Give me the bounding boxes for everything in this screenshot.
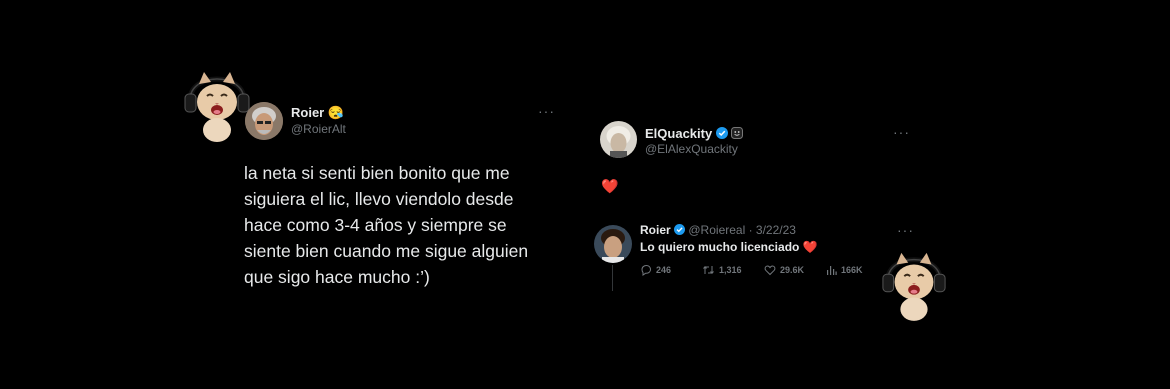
reply-meta: @Roiereal · 3/22/23: [688, 223, 796, 237]
engagement-bar: 246 1,316 29.6K 166K: [640, 264, 876, 276]
heart-emoji: ❤️: [601, 178, 619, 194]
tweet-line: la neta si senti bien bonito que me: [244, 163, 510, 183]
tweet-line: hace como 3-4 años y siempre se: [244, 215, 507, 235]
roier-avatar[interactable]: [594, 225, 632, 263]
retweet-stat[interactable]: 1,316: [702, 264, 764, 276]
author-handle[interactable]: @ElAlexQuackity: [645, 142, 738, 156]
more-options-icon[interactable]: ···: [538, 103, 555, 119]
tweet-body: la neta si senti bien bonito que me sigu…: [244, 160, 528, 290]
reply-count: 246: [656, 265, 672, 275]
retweet-count: 1,316: [719, 265, 742, 275]
elquackity-avatar[interactable]: [600, 121, 637, 158]
thread-connector-line: [612, 265, 613, 291]
retweet-icon: [703, 266, 714, 274]
author-name[interactable]: ElQuackity: [645, 126, 744, 142]
reply-header[interactable]: Roier @Roiereal · 3/22/23: [640, 223, 796, 238]
reply-icon: [641, 264, 652, 276]
tweet-line: siente bien cuando me sigue alguien: [244, 241, 529, 261]
view-count: 166K: [841, 265, 863, 275]
cat-with-headphones-sticker: [182, 62, 252, 142]
roier-alt-avatar[interactable]: [245, 102, 283, 140]
reply-text: Lo quiero mucho licenciado ❤️: [640, 240, 818, 254]
views-stat[interactable]: 166K: [826, 264, 876, 276]
tweet-line: que sigo hace mucho :’): [244, 267, 430, 287]
cat-with-headphones-sticker: [880, 242, 948, 322]
reply-stat[interactable]: 246: [640, 264, 702, 276]
views-icon: [827, 265, 837, 275]
affiliate-badge-icon: [731, 127, 744, 142]
verified-badge-icon: [674, 223, 686, 238]
author-name[interactable]: Roier 😪: [291, 105, 344, 121]
more-options-icon[interactable]: ···: [897, 222, 914, 238]
more-options-icon[interactable]: ···: [893, 124, 910, 140]
author-handle[interactable]: @RoierAlt: [291, 122, 346, 136]
tweet-line: siguiera el lic, llevo viendolo desde: [244, 189, 514, 209]
like-stat[interactable]: 29.6K: [764, 264, 826, 276]
like-count: 29.6K: [780, 265, 805, 275]
sleepy-face-emoji: 😪: [327, 105, 345, 120]
verified-badge-icon: [715, 127, 728, 142]
like-icon: [764, 265, 776, 276]
